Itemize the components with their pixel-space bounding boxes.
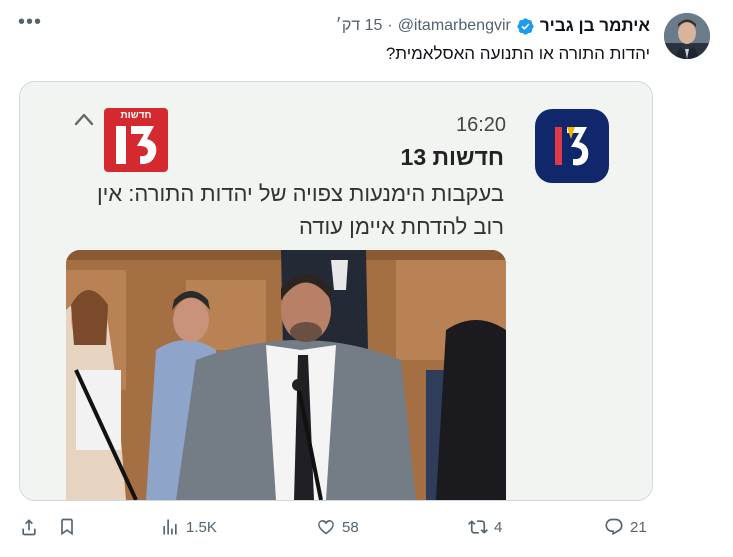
tweet-time[interactable]: 15 דק׳ xyxy=(336,17,383,35)
display-name[interactable]: איתמר בן גביר xyxy=(540,16,650,36)
tweet-header: איתמר בן גביר @itamarbengvir · 15 דק׳ xyxy=(336,15,650,37)
verified-badge-icon xyxy=(517,17,534,35)
bookmark-button[interactable] xyxy=(57,512,77,542)
more-options-button[interactable]: ••• xyxy=(18,12,42,32)
reply-button[interactable]: 21 xyxy=(604,512,647,542)
action-bar: 1.5K 58 4 21 xyxy=(0,512,733,542)
notification-headline: בעקבות הימנעות צפויה של יהדות התורה: אין… xyxy=(96,181,504,239)
share-icon xyxy=(22,519,36,536)
likes-count: 58 xyxy=(342,518,359,536)
retweets-count: 4 xyxy=(494,518,503,536)
tweet: ••• איתמר בן גביר @itamarbengvir · 15 דק… xyxy=(0,0,733,557)
reply-icon xyxy=(605,518,623,536)
views-button[interactable]: 1.5K xyxy=(160,512,217,542)
separator-dot: · xyxy=(387,17,393,34)
avatar-image xyxy=(664,13,710,59)
channel-13-app-icon xyxy=(535,109,609,183)
notification-time: 16:20 xyxy=(456,114,507,136)
bookmark-icon xyxy=(61,518,73,536)
channel-13-logo: חדשות xyxy=(104,108,168,172)
analytics-icon xyxy=(163,519,177,535)
media-card[interactable]: 16:20 חדשות 13 בעקבות הימנעות צפויה של י… xyxy=(19,81,653,501)
user-handle[interactable]: @itamarbengvir xyxy=(398,17,511,35)
share-button[interactable] xyxy=(19,512,39,542)
notification-screenshot: 16:20 חדשות 13 בעקבות הימנעות צפויה של י… xyxy=(20,82,652,500)
replies-count: 21 xyxy=(630,518,647,536)
notification-source: חדשות 13 xyxy=(400,144,504,170)
like-button[interactable]: 58 xyxy=(316,512,359,542)
retweet-icon xyxy=(468,520,488,534)
tweet-text: יהדות התורה או התנועה האסלאמית? xyxy=(385,44,650,63)
avatar[interactable] xyxy=(664,13,710,59)
views-count: 1.5K xyxy=(186,518,217,536)
news-photo xyxy=(66,250,506,500)
retweet-button[interactable]: 4 xyxy=(468,512,502,542)
heart-icon xyxy=(318,520,334,535)
chevron-up-icon xyxy=(74,113,94,126)
